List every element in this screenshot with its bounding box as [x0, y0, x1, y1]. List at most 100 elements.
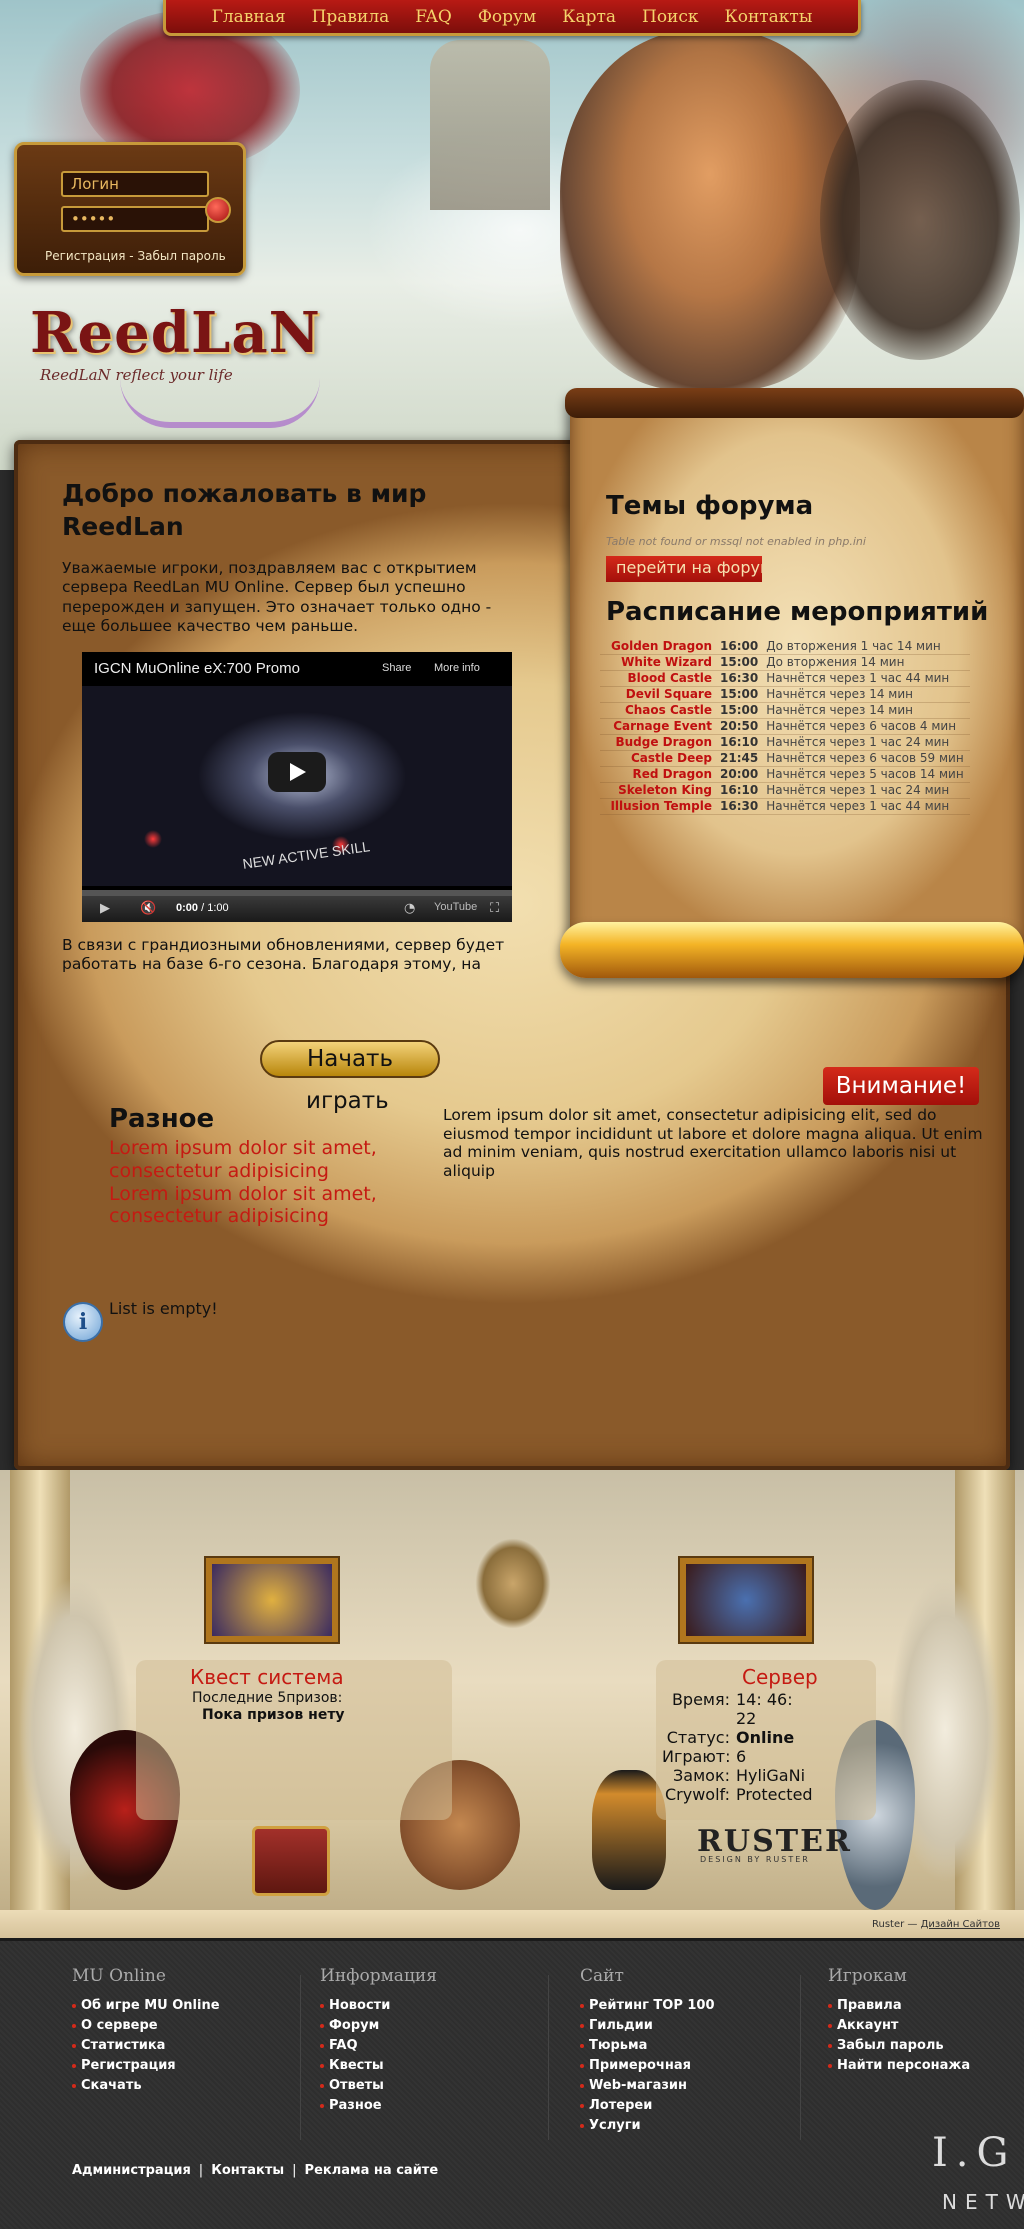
footer-link[interactable]: Лотереи	[580, 2096, 715, 2116]
footer-link[interactable]: Квесты	[320, 2056, 437, 2076]
info-icon: i	[63, 1302, 103, 1342]
go-to-forum-button[interactable]: перейти на форум	[606, 556, 762, 582]
server-row-label: Статус:	[666, 1728, 730, 1747]
footer-link[interactable]: О сервере	[72, 2016, 220, 2036]
quest-title: Квест система	[190, 1665, 344, 1689]
footer-link[interactable]: Новости	[320, 1996, 437, 2016]
site-logo[interactable]: ReedLaN	[30, 300, 321, 366]
monster-art	[820, 80, 1020, 360]
footer-link-ads[interactable]: Реклама на сайте	[305, 2163, 439, 2178]
play-icon[interactable]	[268, 752, 326, 792]
footer-link[interactable]: FAQ	[320, 2036, 437, 2056]
footer-link-contacts[interactable]: Контакты	[211, 2163, 284, 2178]
scroll-roll-top	[565, 388, 1024, 418]
event-state: Начнётся через 1 час 24 мин	[762, 782, 970, 799]
video-player[interactable]: IGCN MuOnline eX:700 Promo Share More in…	[82, 652, 512, 922]
footer-link[interactable]: Гильдии	[580, 2016, 715, 2036]
password-field[interactable]	[61, 206, 209, 232]
event-row: Golden Dragon 16:00 До вторжения 1 час 14 …	[600, 638, 970, 655]
login-field[interactable]	[61, 171, 209, 197]
footer-link[interactable]: Разное	[320, 2096, 437, 2116]
nav-search[interactable]: Поиск	[642, 7, 699, 27]
logo-swirl	[120, 378, 320, 428]
misc-item[interactable]: Lorem ipsum dolor sit amet, consectetur …	[109, 1183, 429, 1229]
painting-right	[680, 1558, 812, 1642]
server-row-value: 14: 46: 22	[736, 1690, 793, 1728]
nav-map[interactable]: Карта	[562, 7, 616, 27]
footer-link[interactable]: Найти персонажа	[828, 2056, 970, 2076]
igcn-logo[interactable]: I.G	[932, 2130, 1016, 2176]
start-playing-label[interactable]: играть	[306, 1088, 389, 1114]
server-row-label: Играют:	[662, 1747, 731, 1766]
sword-shield-emblem-icon	[458, 1490, 568, 1660]
event-time: 16:00	[716, 638, 763, 655]
footer-column-title: Сайт	[580, 1966, 624, 1986]
misc-item[interactable]: Lorem ipsum dolor sit amet, consectetur …	[109, 1137, 429, 1183]
welcome-title: Добро пожаловать в мир ReedLan	[62, 479, 427, 541]
footer-link[interactable]: Скачать	[72, 2076, 220, 2096]
footer-link[interactable]: Рейтинг TOP 100	[580, 1996, 715, 2016]
footer-link[interactable]: Регистрация	[72, 2056, 220, 2076]
register-link[interactable]: Регистрация	[45, 249, 125, 263]
footer-link[interactable]: Аккаунт	[828, 2016, 970, 2036]
ruster-sub: DESIGN BY RUSTER	[700, 1855, 810, 1864]
footer-link[interactable]: Форум	[320, 2016, 437, 2036]
video-title[interactable]: IGCN MuOnline eX:700 Promo	[94, 660, 300, 677]
login-submit-button[interactable]	[205, 197, 231, 223]
watch-later-icon[interactable]: ◔	[404, 901, 415, 916]
footer-link[interactable]: Web-магазин	[580, 2076, 715, 2096]
nav-faq[interactable]: FAQ	[415, 7, 452, 27]
misc-list: Lorem ipsum dolor sit amet, consectetur …	[109, 1137, 429, 1228]
play-small-icon[interactable]: ▶	[100, 901, 110, 916]
event-state: Начнётся через 1 час 44 мин	[762, 798, 970, 815]
forgot-password-link[interactable]: Забыл пароль	[137, 249, 225, 263]
video-share-button[interactable]: Share	[382, 662, 411, 674]
video-more-info-button[interactable]: More info	[434, 662, 480, 674]
video-time: 0:00 / 1:00	[176, 902, 229, 914]
footer-link[interactable]: Правила	[828, 1996, 970, 2016]
nav-contacts[interactable]: Контакты	[725, 7, 813, 27]
server-row-label: Замок:	[673, 1766, 730, 1785]
footer-list: Об игре MU Online О сервере Статистика Реги…	[72, 1996, 220, 2096]
forum-error: Table not found or mssql not enabled in …	[606, 535, 866, 548]
event-time: 16:30	[716, 798, 763, 815]
event-time: 15:00	[716, 702, 763, 719]
login-links: Регистрация - Забыл пароль	[45, 249, 226, 263]
footer-link[interactable]: Статистика	[72, 2036, 220, 2056]
footer-link[interactable]: Примерочная	[580, 2056, 715, 2076]
nav-rules[interactable]: Правила	[312, 7, 390, 27]
event-time: 21:45	[716, 750, 763, 767]
start-playing-button[interactable]: Начать	[260, 1040, 440, 1078]
event-state: Начнётся через 1 час 24 мин	[762, 734, 970, 751]
nav-forum[interactable]: Форум	[478, 7, 536, 27]
events-table: Golden Dragon 16:00 До вторжения 1 час 14 …	[600, 638, 970, 815]
quest-empty: Пока призов нету	[202, 1707, 345, 1723]
footer-link[interactable]: Услуги	[580, 2116, 715, 2136]
server-row-label: Время:	[671, 1690, 730, 1709]
volume-icon[interactable]: 🔇	[140, 901, 156, 916]
footer-link[interactable]: Тюрьма	[580, 2036, 715, 2056]
alert-badge[interactable]: Внимание!	[823, 1067, 979, 1105]
footer-link-admin[interactable]: Администрация	[72, 2163, 191, 2178]
event-time: 16:30	[716, 670, 763, 687]
footer-link[interactable]: Ответы	[320, 2076, 437, 2096]
event-state: Начнётся через 14 мин	[762, 702, 970, 719]
footer-link[interactable]: Забыл пароль	[828, 2036, 970, 2056]
event-name: Illusion Temple	[600, 798, 716, 815]
server-row-value: HyliGaNi	[736, 1766, 806, 1785]
fullscreen-icon[interactable]: ⛶	[490, 901, 499, 916]
event-state: Начнётся через 6 часов 4 мин	[762, 718, 970, 735]
footer-link[interactable]: Об игре MU Online	[72, 1996, 220, 2016]
event-state: До вторжения 14 мин	[762, 654, 970, 671]
nav-home[interactable]: Главная	[212, 7, 286, 27]
event-state: Начнётся через 1 час 44 мин	[762, 670, 970, 687]
youtube-logo[interactable]: YouTube	[434, 901, 477, 913]
login-box: Регистрация - Забыл пароль	[14, 142, 246, 276]
design-link[interactable]: Дизайн Сайтов	[921, 1919, 1000, 1930]
ruster-logo[interactable]: RUSTER	[697, 1824, 852, 1859]
footer-list: Правила Аккаунт Забыл пароль Найти персонаж…	[828, 1996, 970, 2076]
event-name: Castle Deep	[600, 750, 716, 767]
server-row-value: Online	[736, 1728, 795, 1747]
event-state: До вторжения 1 час 14 мин	[762, 638, 970, 655]
footer-column-title: Информация	[320, 1966, 437, 1986]
